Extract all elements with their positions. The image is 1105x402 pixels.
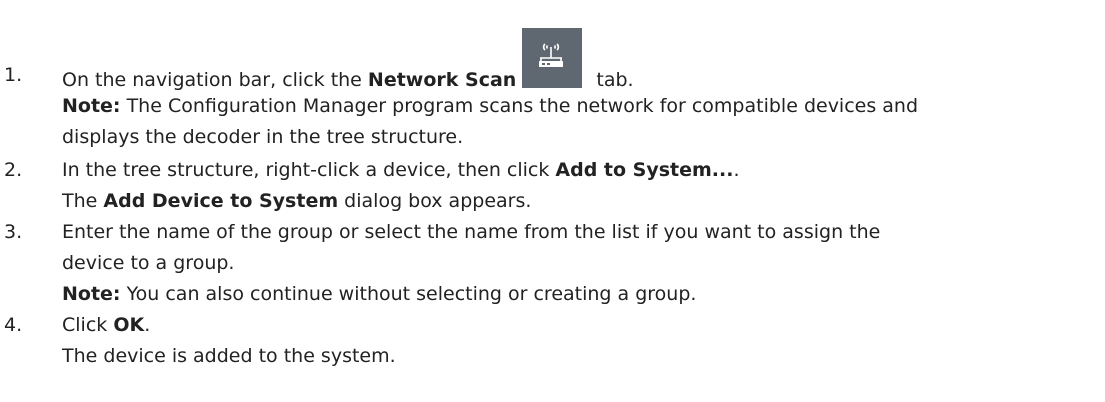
step-2-result-prefix: The — [62, 190, 104, 212]
step-3-text: Enter the name of the group or select th… — [62, 221, 881, 243]
step-2-result: The Add Device to System dialog box appe… — [62, 186, 531, 217]
step-2-line: In the tree structure, right-click a dev… — [62, 155, 740, 186]
step-4-text: Click — [62, 314, 114, 336]
step-3-text-cont: device to a group. — [62, 252, 235, 274]
network-scan-icon[interactable] — [522, 28, 583, 88]
step-1-note: Note: The Configuration Manager program … — [62, 91, 918, 122]
note-text: You can also continue without selecting … — [120, 283, 697, 305]
step-2-text: In the tree structure, right-click a dev… — [62, 159, 556, 181]
network-scan-label: Network Scan — [367, 69, 517, 91]
note-label: Note: — [62, 95, 121, 117]
step-1-note-cont: displays the decoder in the tree structu… — [62, 122, 463, 153]
add-device-dialog-label: Add Device to System — [103, 190, 339, 212]
step-4-suffix: . — [144, 314, 151, 336]
step-3-line: Enter the name of the group or select th… — [62, 217, 880, 248]
ok-label: OK — [113, 314, 145, 336]
step-3-line-cont: device to a group. — [62, 248, 234, 279]
step-1-line: On the navigation bar, click the Network… — [62, 28, 634, 96]
step-1-suffix: tab. — [590, 69, 634, 91]
step-4-result: The device is added to the system. — [62, 341, 396, 372]
step-2-suffix: . — [733, 159, 740, 181]
step-number: 4. — [4, 314, 23, 336]
network-scan-icon-glyph — [539, 43, 564, 67]
step-4-result-text: The device is added to the system. — [62, 345, 396, 367]
step-number: 1. — [4, 64, 23, 86]
note-text-cont: displays the decoder in the tree structu… — [62, 126, 464, 148]
step-number: 2. — [4, 159, 23, 181]
step-number: 3. — [4, 221, 23, 243]
note-label: Note: — [62, 283, 121, 305]
step-2-result-suffix: dialog box appears. — [338, 190, 532, 212]
step-4-line: Click OK. — [62, 310, 150, 341]
add-to-system-label: Add to System... — [555, 159, 734, 181]
step-1-text: On the navigation bar, click the — [62, 69, 368, 91]
step-3-note: Note: You can also continue without sele… — [62, 279, 696, 310]
note-text: The Configuration Manager program scans … — [120, 95, 919, 117]
